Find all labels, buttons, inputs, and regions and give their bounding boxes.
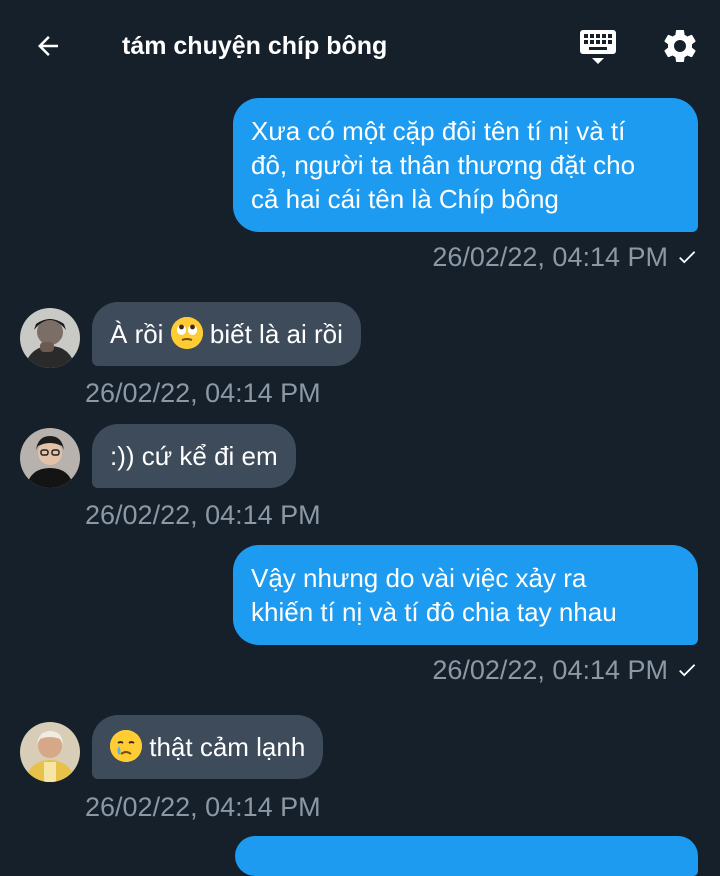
- back-button[interactable]: [30, 28, 66, 64]
- incoming-message[interactable]: thật cảm lạnh: [92, 715, 324, 779]
- message-text: biết là ai rồi: [202, 319, 343, 349]
- message-text-line: Vậy nhưng do vài việc xảy ra: [251, 563, 587, 593]
- conversation-title: tám chuyện chíp bông: [122, 32, 388, 60]
- incoming-message[interactable]: À rồi biết là ai rồi: [92, 302, 361, 366]
- read-check-icon: [679, 664, 696, 677]
- message-text-line: Xưa có một cặp đôi tên tí nị và tí: [251, 116, 626, 146]
- incoming-message[interactable]: :)) cứ kể đi em: [92, 424, 296, 488]
- avatar-image: [20, 428, 80, 488]
- message-timestamp: 26/02/22, 04:14 PM: [85, 500, 321, 530]
- message-text-line: khiến tí nị và tí đô chia tay nhau: [251, 597, 617, 627]
- message-text: À rồi: [110, 319, 171, 349]
- avatar[interactable]: [20, 722, 80, 782]
- outgoing-message-partial[interactable]: [235, 836, 698, 876]
- message-timestamp: 26/02/22, 04:14 PM: [432, 242, 668, 272]
- outgoing-message[interactable]: Vậy nhưng do vài việc xảy ra khiến tí nị…: [233, 545, 698, 645]
- message-text: thật cảm lạnh: [142, 732, 306, 762]
- message-timestamp: 26/02/22, 04:14 PM: [85, 378, 321, 408]
- face-with-rolling-eyes-icon: [170, 317, 203, 349]
- crying-face-icon: [110, 730, 142, 762]
- gear-icon: [664, 29, 696, 62]
- outgoing-message[interactable]: Xưa có một cặp đôi tên tí nị và tí đô, n…: [233, 98, 698, 232]
- message-timestamp: 26/02/22, 04:14 PM: [432, 655, 668, 685]
- keyboard-icon: [580, 30, 616, 64]
- message-text-line: cả hai cái tên là Chíp bông: [251, 184, 559, 214]
- message-text: :)) cứ kể đi em: [110, 441, 278, 471]
- message-text-line: đô, người ta thân thương đặt cho: [251, 150, 636, 180]
- avatar[interactable]: [20, 428, 80, 488]
- avatar-image: [20, 308, 80, 368]
- message-timestamp: 26/02/22, 04:14 PM: [85, 792, 321, 822]
- read-check-icon: [679, 251, 696, 264]
- avatar[interactable]: [20, 308, 80, 368]
- avatar-image: [20, 722, 80, 782]
- keyboard-button[interactable]: [578, 28, 618, 66]
- settings-button[interactable]: [660, 26, 700, 66]
- conversation-header: tám chuyện chíp bông: [0, 0, 720, 92]
- arrow-left-icon: [38, 36, 58, 56]
